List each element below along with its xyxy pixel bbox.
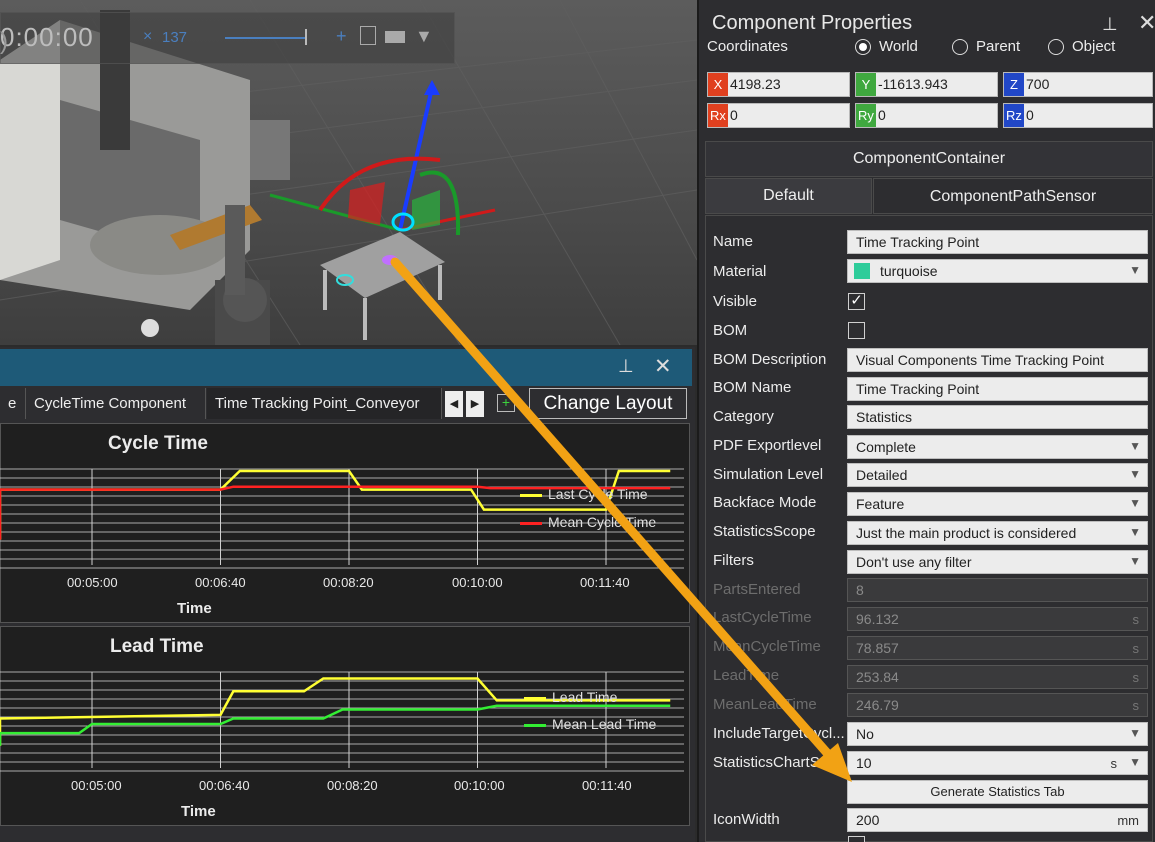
- annotation-arrow: [390, 257, 852, 782]
